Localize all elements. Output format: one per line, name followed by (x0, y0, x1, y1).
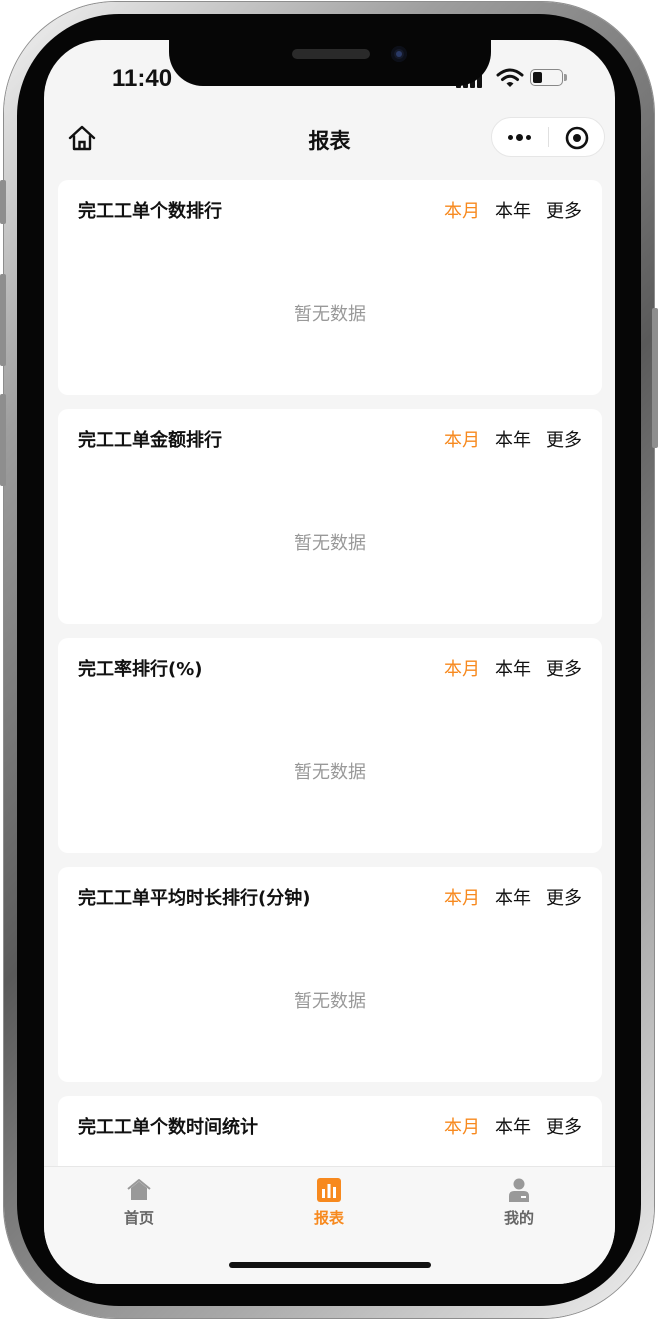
more-dots-icon[interactable] (508, 126, 536, 148)
card-title: 完工工单个数排行 (78, 201, 222, 222)
tab-this-year[interactable]: 本年 (495, 426, 531, 452)
notch (169, 40, 491, 86)
tab-this-year[interactable]: 本年 (495, 197, 531, 223)
report-card: 完工工单个数排行 本月 本年 更多 暂无数据 (58, 180, 602, 395)
tab-this-year[interactable]: 本年 (495, 655, 531, 681)
volume-down-button (0, 394, 6, 486)
empty-state-text: 暂无数据 (294, 533, 366, 554)
power-button (652, 308, 658, 448)
speaker-grille (292, 49, 370, 59)
card-title: 完工率排行(%) (78, 659, 203, 680)
battery-icon (530, 69, 568, 86)
tab-home-label: 首页 (123, 1209, 154, 1227)
empty-state-text: 暂无数据 (294, 991, 366, 1012)
tab-this-month[interactable]: 本月 (444, 655, 480, 681)
home-icon (127, 1179, 151, 1200)
mute-switch (0, 180, 6, 224)
tab-this-year[interactable]: 本年 (495, 1113, 531, 1139)
tab-this-year[interactable]: 本年 (495, 884, 531, 910)
status-time: 11:40 (112, 65, 173, 92)
bar-chart-icon (317, 1178, 341, 1202)
home-indicator (229, 1262, 431, 1268)
tab-more[interactable]: 更多 (546, 426, 582, 452)
wifi-icon (496, 68, 524, 87)
volume-up-button (0, 274, 6, 366)
screen: 11:40 报表 完工工单个数排行 本月 本年 更多 暂无数据 完工工单金额排行… (44, 40, 615, 1284)
card-title: 完工工单平均时长排行(分钟) (78, 888, 311, 909)
card-period-tabs: 本月 本年 更多 (444, 197, 582, 223)
empty-state-text: 暂无数据 (294, 762, 366, 783)
tab-more[interactable]: 更多 (546, 655, 582, 681)
tab-more[interactable]: 更多 (546, 884, 582, 910)
report-card: 完工工单平均时长排行(分钟) 本月 本年 更多 暂无数据 (58, 867, 602, 1082)
tab-this-month[interactable]: 本月 (444, 1113, 480, 1139)
card-period-tabs: 本月 本年 更多 (444, 426, 582, 452)
tab-this-month[interactable]: 本月 (444, 426, 480, 452)
tab-this-month[interactable]: 本月 (444, 884, 480, 910)
card-period-tabs: 本月 本年 更多 (444, 1113, 582, 1139)
report-card: 完工率排行(%) 本月 本年 更多 暂无数据 (58, 638, 602, 853)
card-period-tabs: 本月 本年 更多 (444, 884, 582, 910)
report-card: 完工工单个数时间统计 本月 本年 更多 (58, 1096, 602, 1166)
user-icon (509, 1178, 529, 1202)
nav-bar: 报表 (44, 106, 615, 172)
tab-home[interactable]: 首页 (79, 1177, 199, 1228)
card-title: 完工工单个数时间统计 (78, 1117, 258, 1138)
tab-reports[interactable]: 报表 (269, 1177, 389, 1228)
front-camera (391, 46, 407, 62)
tab-this-month[interactable]: 本月 (444, 197, 480, 223)
tab-more[interactable]: 更多 (546, 197, 582, 223)
report-card: 完工工单金额排行 本月 本年 更多 暂无数据 (58, 409, 602, 624)
tab-reports-label: 报表 (313, 1209, 344, 1227)
card-title: 完工工单金额排行 (78, 430, 222, 451)
card-period-tabs: 本月 本年 更多 (444, 655, 582, 681)
empty-state-text: 暂无数据 (294, 304, 366, 325)
tab-mine-label: 我的 (503, 1209, 534, 1227)
tab-mine[interactable]: 我的 (459, 1177, 579, 1228)
report-list[interactable]: 完工工单个数排行 本月 本年 更多 暂无数据 完工工单金额排行 本月 本年 更多… (44, 172, 615, 1166)
menu-capsule (491, 117, 605, 157)
capsule-divider (548, 127, 549, 147)
tab-more[interactable]: 更多 (546, 1113, 582, 1139)
target-close-icon[interactable] (565, 126, 589, 150)
